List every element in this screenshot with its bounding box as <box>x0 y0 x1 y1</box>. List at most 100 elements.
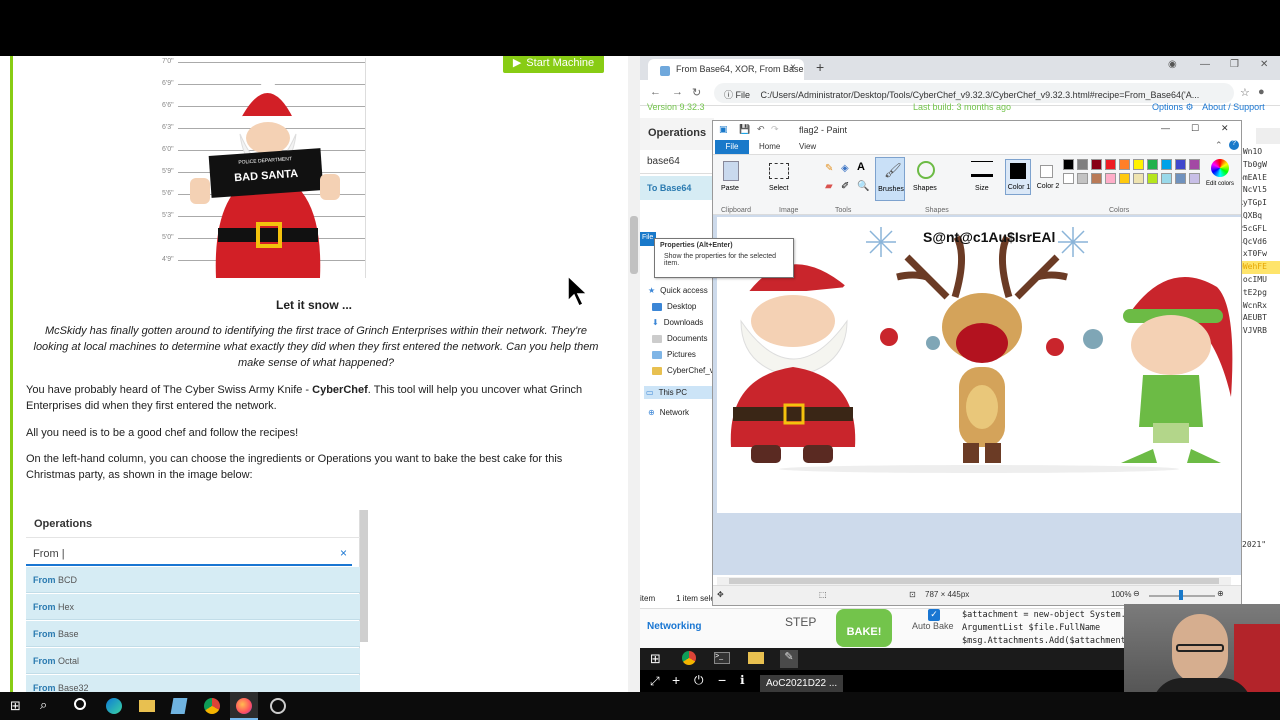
color1-button[interactable]: Color 1 <box>1005 159 1031 195</box>
color-swatch[interactable] <box>1105 173 1116 184</box>
restore-icon[interactable]: ❐ <box>1230 59 1239 70</box>
edge-icon[interactable] <box>106 698 122 714</box>
color-swatch[interactable] <box>1063 173 1074 184</box>
minimize-icon[interactable]: — <box>1200 59 1210 70</box>
plus-icon[interactable]: + <box>672 672 680 688</box>
bookmark-star-icon[interactable]: ☆ <box>1240 86 1250 99</box>
color-swatch[interactable] <box>1175 159 1186 170</box>
shapes-button[interactable]: Shapes <box>913 185 937 192</box>
start-machine-button[interactable]: ▶ Start Machine <box>503 56 604 73</box>
color-swatch[interactable] <box>1105 159 1116 170</box>
size-icon[interactable] <box>971 161 993 177</box>
task-view-icon[interactable] <box>74 698 86 710</box>
networking-category[interactable]: Networking <box>647 621 701 632</box>
zoom-in-icon[interactable]: ⊕ <box>1217 589 1224 598</box>
back-icon[interactable]: ← <box>650 86 661 98</box>
color-swatch[interactable] <box>1147 159 1158 170</box>
nav-downloads[interactable]: ⬇ Downloads <box>652 318 703 327</box>
color-swatch[interactable] <box>1161 173 1172 184</box>
nav-desktop[interactable]: Desktop <box>652 302 696 311</box>
select-button[interactable]: Select <box>769 185 788 192</box>
tab-home[interactable]: Home <box>759 142 780 151</box>
nav-this-pc[interactable]: ▭ This PC <box>644 386 712 399</box>
color-swatch[interactable] <box>1161 159 1172 170</box>
save-icon[interactable]: 💾 <box>739 124 750 135</box>
color-picker-icon[interactable]: ✐ <box>841 181 849 192</box>
color-swatch[interactable] <box>1147 173 1158 184</box>
redo-icon[interactable]: ↷ <box>771 124 779 135</box>
firefox-taskbar-item[interactable] <box>230 692 258 720</box>
color-swatch[interactable] <box>1175 173 1186 184</box>
paste-icon[interactable] <box>723 161 739 181</box>
color-swatch[interactable] <box>1077 173 1088 184</box>
expand-icon[interactable]: ⤢ <box>650 674 660 689</box>
search-icon[interactable]: ⌕ <box>40 697 47 713</box>
chrome-icon[interactable] <box>682 651 696 665</box>
zoom-out-icon[interactable]: ⊖ <box>1133 589 1140 598</box>
bake-button[interactable]: BAKE! <box>836 609 892 647</box>
file-explorer-icon[interactable] <box>139 700 155 712</box>
power-icon[interactable]: ⏻ <box>694 673 704 688</box>
color-swatch[interactable] <box>1119 159 1130 170</box>
text-icon[interactable]: A <box>857 161 865 173</box>
collapse-ribbon-icon[interactable]: ⌃ <box>1215 140 1223 151</box>
color-palette[interactable] <box>1063 159 1213 189</box>
color-swatch[interactable] <box>1119 173 1130 184</box>
color-swatch[interactable] <box>1133 159 1144 170</box>
paint-canvas[interactable]: S@nt@c1Au$IsrEAl <box>717 217 1241 513</box>
horizontal-scrollbar[interactable] <box>717 577 1231 585</box>
windows-start-icon[interactable]: ⊞ <box>650 651 661 667</box>
edit-colors-button[interactable]: Edit colors <box>1203 181 1237 187</box>
color-swatch[interactable] <box>1189 173 1200 184</box>
remote-session-name[interactable]: AoC2021D22 ... <box>760 675 843 692</box>
nav-quick-access[interactable]: ★ Quick access <box>648 286 708 295</box>
info-icon[interactable]: ℹ <box>740 673 745 687</box>
color2-button[interactable]: Color 2 <box>1035 159 1061 195</box>
profile-icon[interactable]: ◉ <box>1168 59 1177 70</box>
color-swatch[interactable] <box>1091 159 1102 170</box>
options-link[interactable]: Options ⚙ About / Support <box>1152 102 1265 113</box>
close-tab-icon[interactable]: × <box>790 62 796 73</box>
account-icon[interactable]: ● <box>1258 86 1265 98</box>
tab-file[interactable]: File <box>715 140 749 154</box>
minimize-icon[interactable]: — <box>1161 123 1170 133</box>
url-input[interactable]: ⓘ File C:/Users/Administrator/Desktop/To… <box>714 83 1234 103</box>
tab-view[interactable]: View <box>799 142 816 151</box>
article-scrollbar[interactable] <box>628 56 640 692</box>
step-button[interactable]: STEP <box>785 615 816 629</box>
color-swatch[interactable] <box>1063 159 1074 170</box>
windows-start-icon[interactable]: ⊞ <box>10 698 21 714</box>
close-icon[interactable]: ✕ <box>1221 123 1229 134</box>
auto-bake-checkbox[interactable]: ✓ <box>928 609 940 621</box>
paint-taskbar-icon[interactable]: ✎ <box>780 650 798 668</box>
openvpn-icon[interactable] <box>270 698 286 714</box>
operation-to-base64[interactable]: To Base64 <box>640 176 714 200</box>
color-swatch[interactable] <box>1133 173 1144 184</box>
help-icon[interactable]: ? <box>1229 140 1239 150</box>
tab-cyberchef[interactable]: From Base64, XOR, From Base64 <box>648 59 804 80</box>
eraser-icon[interactable]: ▰ <box>825 181 833 192</box>
select-icon[interactable] <box>769 163 789 179</box>
terminal-icon[interactable]: >_ <box>714 652 730 664</box>
cyberchef-search-input[interactable]: base64 <box>640 150 714 174</box>
color-swatch[interactable] <box>1091 173 1102 184</box>
fill-icon[interactable]: ◈ <box>841 163 849 174</box>
size-button[interactable]: Size <box>975 185 989 192</box>
chrome-icon[interactable] <box>204 698 220 714</box>
shapes-icon[interactable] <box>917 161 935 179</box>
paste-button[interactable]: Paste <box>721 185 739 192</box>
nav-pictures[interactable]: Pictures <box>652 350 696 359</box>
notepad-icon[interactable] <box>170 698 188 714</box>
maximize-icon[interactable]: ☐ <box>1191 123 1199 134</box>
minus-icon[interactable]: − <box>718 672 726 688</box>
zoom-slider-thumb[interactable] <box>1179 590 1183 600</box>
forward-icon[interactable]: → <box>672 86 683 98</box>
copy-output-icon[interactable] <box>1256 128 1280 144</box>
scrollbar-thumb[interactable] <box>630 216 638 274</box>
edit-colors-icon[interactable] <box>1211 159 1229 177</box>
nav-documents[interactable]: Documents <box>652 334 707 343</box>
magnifier-icon[interactable]: 🔍 <box>857 181 869 192</box>
nav-cyberchef-folder[interactable]: CyberChef_v9 <box>652 366 718 375</box>
new-tab-button[interactable]: + <box>816 59 824 75</box>
pencil-icon[interactable]: ✎ <box>825 163 833 174</box>
